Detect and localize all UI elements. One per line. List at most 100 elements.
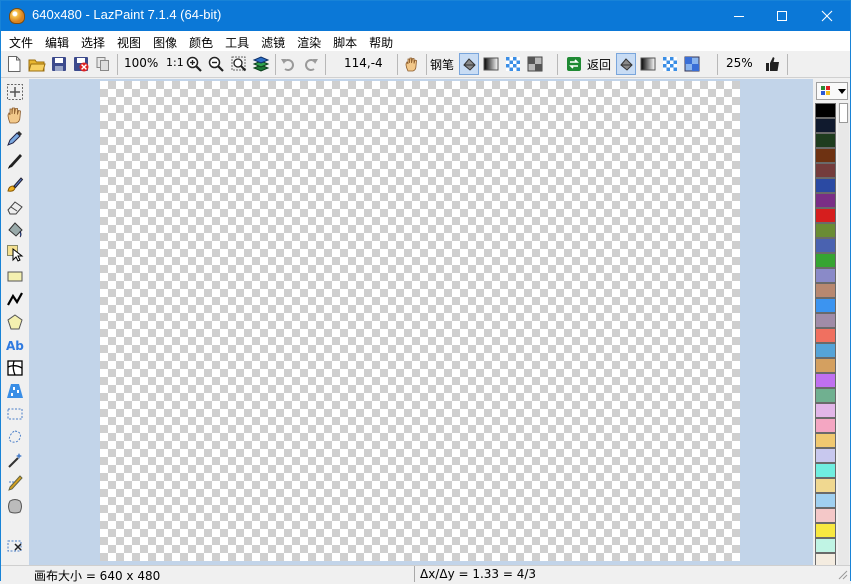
tool-select-pen[interactable] [4,472,26,494]
palette-swatch[interactable] [815,283,836,298]
save-button[interactable] [49,53,69,75]
palette-swatch[interactable] [815,133,836,148]
swap-colors-icon [567,57,581,71]
palette-swatch[interactable] [815,163,836,178]
palette-swatch[interactable] [815,478,836,493]
close-icon [821,10,833,22]
tool-rectangle[interactable] [4,265,26,287]
palette-swatch[interactable] [815,448,836,463]
redo-button[interactable] [301,53,321,75]
palette-swatch[interactable] [815,388,836,403]
back-texture-blue-button[interactable] [682,53,702,75]
aspect-ratio-status: Δx/Δy = 1.33 = 4/3 [420,567,537,581]
tool-rect-select[interactable] [4,403,26,425]
menu-color[interactable]: 颜色 [183,31,219,51]
palette-swatch[interactable] [815,118,836,133]
lazpaint-icon[interactable] [9,8,25,24]
palette-swatch[interactable] [815,298,836,313]
tool-pen[interactable] [4,150,26,172]
tool-polyline[interactable] [4,288,26,310]
menu-tools[interactable]: 工具 [219,31,255,51]
texture-dark-button[interactable] [525,53,545,75]
actual-size-button[interactable]: 1:1 [166,56,184,69]
palette-swatch[interactable] [815,268,836,283]
menu-image[interactable]: 图像 [147,31,183,51]
palette-swatch[interactable] [815,193,836,208]
palette-swatch[interactable] [815,223,836,238]
new-file-button[interactable] [5,53,23,75]
menu-filters[interactable]: 滤镜 [255,31,291,51]
tool-eraser[interactable] [4,196,26,218]
palette-swatch[interactable] [815,238,836,253]
tool-color-picker[interactable] [4,127,26,149]
swap-colors-button[interactable] [564,53,584,75]
tool-select-erase[interactable] [4,535,26,557]
zoom-fit-button[interactable] [229,53,249,75]
work-area[interactable] [29,79,813,565]
menu-edit[interactable]: 编辑 [39,31,75,51]
palette-swatch[interactable] [815,358,836,373]
zoom-in-button[interactable] [184,53,204,75]
gradient-button[interactable] [481,53,501,75]
tool-deform-grid[interactable] [4,357,26,379]
tool-hand[interactable] [4,104,26,126]
back-texture-button[interactable] [660,53,680,75]
palette-swatch[interactable] [815,328,836,343]
palette-swatch[interactable] [815,148,836,163]
palette-swatch[interactable] [815,103,836,118]
tool-fill-bucket[interactable] [4,219,26,241]
close-button[interactable] [804,1,850,31]
fill-mode-button[interactable] [459,53,479,75]
palette-swatch[interactable] [815,178,836,193]
open-button[interactable] [27,53,47,75]
palette-swatch[interactable] [815,433,836,448]
tool-move-selection[interactable] [4,81,26,103]
menu-render[interactable]: 渲染 [291,31,327,51]
tool-select-pointer[interactable] [4,242,26,264]
back-gradient-button[interactable] [638,53,658,75]
menu-select[interactable]: 选择 [75,31,111,51]
tool-lasso-select[interactable] [4,426,26,448]
palette-menu-button[interactable] [816,82,848,100]
menu-help[interactable]: 帮助 [363,31,399,51]
hand-tool-button[interactable] [402,53,422,75]
palette-swatch[interactable] [815,463,836,478]
palette-swatch[interactable] [815,538,836,553]
save-as-button[interactable] [71,53,91,75]
palette-swatch[interactable] [815,523,836,538]
palette-swatch[interactable] [815,373,836,388]
menu-script[interactable]: 脚本 [327,31,363,51]
zoom-level[interactable]: 100% [124,56,158,70]
tool-text[interactable]: Ab [4,334,26,356]
palette-swatch[interactable] [815,343,836,358]
minimize-button[interactable] [716,1,762,31]
menu-view[interactable]: 视图 [111,31,147,51]
thumbs-up-button[interactable] [763,53,783,75]
open-folder-icon [28,59,46,71]
palette-swatch[interactable] [815,493,836,508]
palette-swatch[interactable] [815,418,836,433]
palette-swatch[interactable] [815,253,836,268]
palette-scrollbar[interactable] [838,103,849,565]
menu-file[interactable]: 文件 [3,31,39,51]
undo-button[interactable] [278,53,298,75]
tool-polygon[interactable] [4,311,26,333]
maximize-button[interactable] [759,1,805,31]
opacity-value[interactable]: 25% [726,56,753,70]
layers-button[interactable] [251,53,271,75]
resize-grip-icon[interactable] [836,568,848,580]
tool-brush[interactable] [4,173,26,195]
tool-texture-map[interactable] [4,380,26,402]
zoom-out-button[interactable] [206,53,226,75]
tool-select-brush[interactable] [4,495,26,517]
copy-button[interactable] [93,53,113,75]
palette-swatch[interactable] [815,313,836,328]
tool-magic-wand[interactable] [4,449,26,471]
image-canvas[interactable] [100,81,740,561]
palette-scroll-thumb[interactable] [839,103,848,123]
palette-swatch[interactable] [815,508,836,523]
back-fill-mode-button[interactable] [616,53,636,75]
texture-button[interactable] [503,53,523,75]
palette-swatch[interactable] [815,208,836,223]
palette-swatch[interactable] [815,403,836,418]
